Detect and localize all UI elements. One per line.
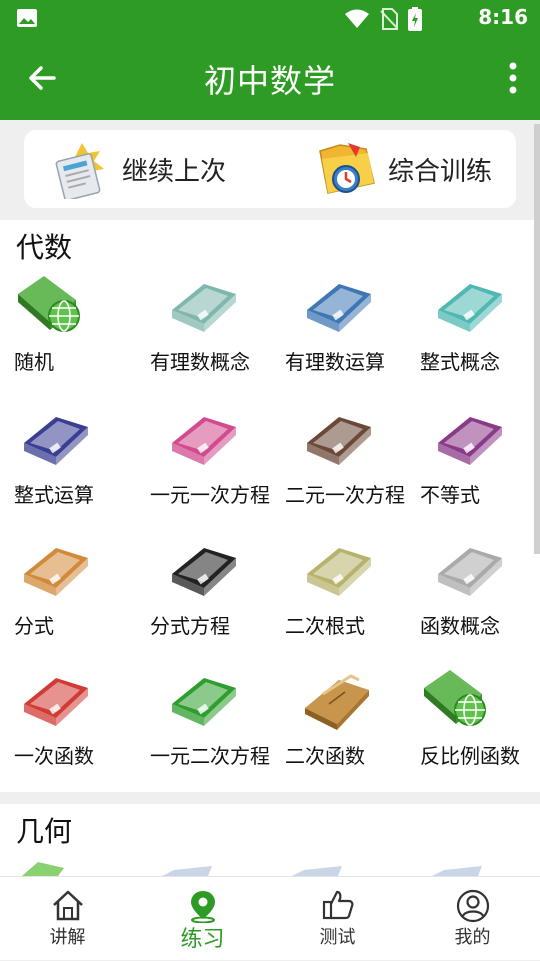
grid-item-label: 有理数运算: [285, 350, 385, 374]
status-bar: 8:16: [0, 0, 540, 36]
book-icon: [438, 284, 502, 332]
book-icon: [24, 417, 88, 465]
comprehensive-training-label: 综合训练: [388, 156, 493, 187]
gallery-icon: [17, 9, 37, 27]
book-icon: [307, 417, 371, 465]
nav-test[interactable]: 测试: [270, 877, 405, 961]
grid-item[interactable]: 函数概念: [420, 536, 540, 662]
grid-item-label: 分式方程: [150, 614, 230, 638]
book-icon: [432, 866, 482, 876]
grid-item[interactable]: 二元一次方程: [285, 405, 420, 531]
book-icon: [172, 678, 236, 726]
location-pin-icon: [190, 891, 215, 923]
book-icon: [172, 548, 236, 596]
book-icon: [292, 866, 342, 876]
grid-item-label: 一次函数: [14, 744, 94, 768]
quick-actions-card: 继续上次 综合训练: [24, 130, 516, 208]
book-icon: [172, 284, 236, 332]
grid-item[interactable]: 整式概念: [420, 272, 540, 398]
nav-practice[interactable]: 练习: [135, 877, 270, 961]
random-globe-icon: [22, 862, 64, 876]
thumbs-up-icon: [322, 890, 353, 920]
grid-item[interactable]: 不等式: [420, 405, 540, 531]
grid-item-label: 二次函数: [285, 744, 365, 768]
nav-explain-label: 讲解: [49, 927, 86, 948]
grid-item[interactable]: 分式: [14, 536, 149, 662]
grid-item[interactable]: 一元二次方程: [150, 666, 285, 792]
book-icon: [307, 548, 371, 596]
grid-item-label: 一元一次方程: [150, 483, 270, 507]
book-icon: [438, 417, 502, 465]
continue-last-label: 继续上次: [122, 156, 227, 187]
grid-item-label: 分式: [14, 614, 54, 638]
folder-clock-icon: [319, 143, 375, 194]
grid-item-label: 函数概念: [420, 614, 500, 638]
book-icon: [24, 548, 88, 596]
grid-item[interactable]: 二次根式: [285, 536, 420, 662]
section-title-algebra: 代数: [16, 231, 73, 264]
algebra-section: 代数 随机 有理数概念 有理数运算 整式概念整式运算 一元一次方程 二元一次方程 不等式分式…: [0, 220, 540, 792]
book-icon: [307, 284, 371, 332]
grid-item-label: 有理数概念: [150, 350, 250, 374]
nav-explain[interactable]: 讲解: [0, 877, 135, 961]
grid-item-label: 整式运算: [14, 483, 94, 507]
scrollbar[interactable]: [534, 124, 540, 554]
status-time: 8:16: [478, 5, 528, 29]
grid-item[interactable]: 整式运算: [14, 405, 149, 531]
page-title: 初中数学: [203, 62, 336, 100]
wifi-icon: [345, 9, 369, 28]
nav-test-label: 测试: [319, 927, 356, 948]
notepad-stars-icon: [55, 143, 104, 199]
grid-item[interactable]: 随机: [14, 272, 149, 398]
random-globe-icon: [18, 276, 80, 332]
grid-item[interactable]: 有理数运算: [285, 272, 420, 398]
grid-item[interactable]: 有理数概念: [150, 272, 285, 398]
bottom-nav: 讲解 练习 测试 我的: [0, 876, 540, 960]
folder-book-icon: [305, 674, 369, 730]
more-vert-icon[interactable]: [506, 60, 520, 96]
random-globe-icon: [424, 670, 486, 726]
user-icon: [456, 889, 489, 923]
continue-last-button[interactable]: 继续上次: [54, 130, 226, 208]
grid-item[interactable]: 分式方程: [150, 536, 285, 662]
grid-item-label: 随机: [14, 350, 54, 374]
book-icon: [172, 417, 236, 465]
grid-item[interactable]: 反比例函数: [420, 666, 540, 792]
comprehensive-training-button[interactable]: 综合训练: [316, 130, 492, 208]
grid-item[interactable]: 二次函数: [285, 666, 420, 792]
grid-item-label: 整式概念: [420, 350, 500, 374]
section-title-geometry: 几何: [16, 815, 73, 848]
grid-item-label: 二元一次方程: [285, 483, 405, 507]
grid-item-label: 一元二次方程: [150, 744, 270, 768]
status-icons: [344, 7, 422, 31]
battery-icon: [408, 7, 422, 31]
book-icon: [162, 866, 212, 876]
book-icon: [24, 678, 88, 726]
grid-item-label: 不等式: [420, 483, 480, 507]
home-icon: [52, 890, 83, 921]
nav-mine[interactable]: 我的: [405, 877, 540, 961]
grid-item[interactable]: 一次函数: [14, 666, 149, 792]
app-bar: 初中数学: [0, 36, 540, 120]
nav-mine-label: 我的: [454, 927, 491, 948]
grid-item[interactable]: 一元一次方程: [150, 405, 285, 531]
nav-practice-label: 练习: [180, 927, 225, 952]
no-sim-icon: [380, 8, 398, 30]
book-icon: [438, 548, 502, 596]
geometry-section: 几何: [0, 804, 540, 876]
grid-item-label: 二次根式: [285, 614, 365, 638]
grid-item-label: 反比例函数: [420, 744, 520, 768]
